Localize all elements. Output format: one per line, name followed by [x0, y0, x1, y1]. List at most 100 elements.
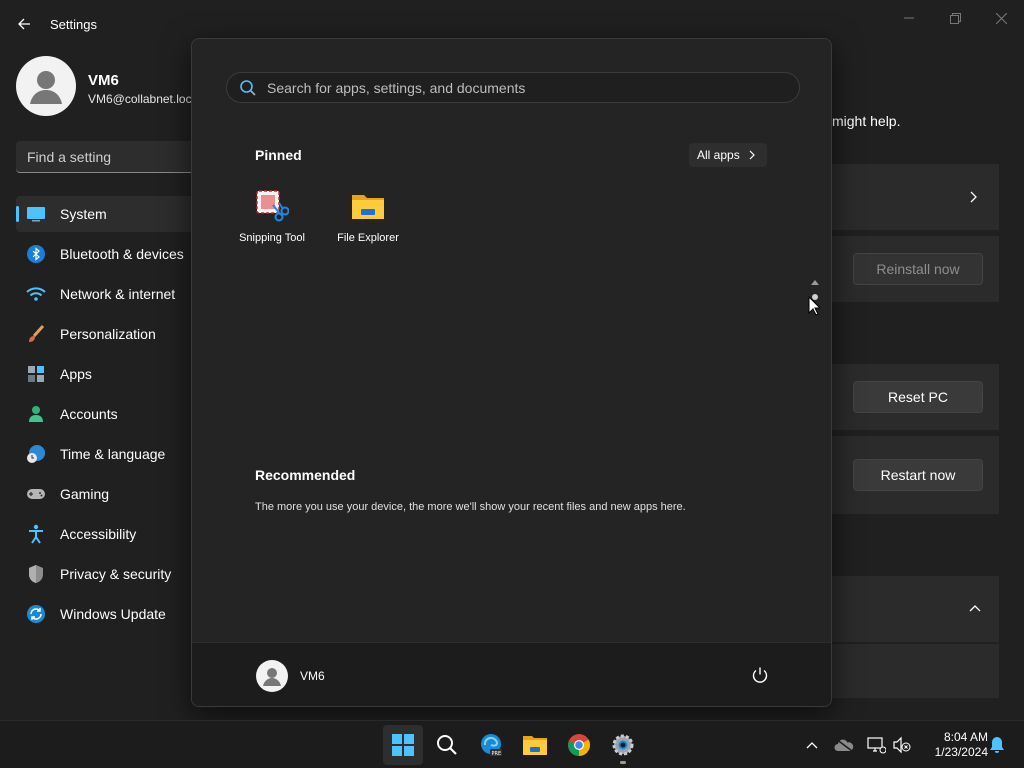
user-email: VM6@collabnet.loc	[88, 92, 192, 106]
start-icon	[392, 734, 414, 756]
power-button[interactable]	[748, 663, 772, 687]
nav-item-label: Bluetooth & devices	[60, 246, 184, 262]
pinned-title: Pinned	[255, 147, 302, 163]
chrome-icon	[568, 734, 590, 756]
clock-time: 8:04 AM	[943, 730, 988, 744]
start-menu: Search for apps, settings, and documents…	[191, 38, 832, 707]
update-icon	[26, 604, 46, 624]
apps-icon	[26, 364, 46, 384]
tray-volume-button[interactable]	[892, 735, 912, 755]
pinned-app-label: File Explorer	[337, 232, 399, 244]
back-button[interactable]	[12, 12, 36, 36]
tray-overflow-button[interactable]	[802, 735, 822, 755]
settings-icon	[612, 734, 634, 756]
chevron-right-icon	[970, 191, 977, 203]
pinned-app-snipping-tool[interactable]: Snipping Tool	[224, 189, 320, 249]
reset-pc-button[interactable]: Reset PC	[853, 381, 983, 413]
back-arrow-icon	[18, 18, 30, 30]
settings-card-sub[interactable]	[832, 644, 999, 698]
footer-user-name[interactable]: VM6	[300, 669, 325, 683]
minimize-button[interactable]	[886, 6, 932, 30]
recommended-empty-text: The more you use your device, the more w…	[255, 501, 686, 513]
taskbar-chrome-button[interactable]	[559, 725, 599, 765]
close-button[interactable]	[978, 6, 1024, 30]
taskbar-search-button[interactable]	[427, 725, 467, 765]
start-search-input[interactable]: Search for apps, settings, and documents	[226, 72, 800, 103]
svg-text:PRE: PRE	[492, 751, 502, 757]
taskbar-start-button[interactable]	[383, 725, 423, 765]
running-indicator	[620, 761, 626, 764]
file-explorer-icon	[351, 189, 385, 223]
nav-item-label: Apps	[60, 366, 92, 382]
nav-item-windows-update[interactable]: Windows Update	[16, 596, 196, 632]
nav-item-network[interactable]: Network & internet	[16, 276, 196, 312]
accessibility-icon	[26, 524, 46, 544]
file-explorer-icon	[523, 736, 547, 755]
help-text-fragment: might help.	[832, 113, 901, 129]
nav-item-label: Personalization	[60, 326, 156, 342]
settings-card-restart: Restart now	[832, 436, 999, 514]
chevron-right-icon	[749, 150, 755, 160]
settings-card-related[interactable]	[832, 576, 999, 642]
settings-card-reinstall: Reinstall now	[832, 236, 999, 302]
nav-item-accessibility[interactable]: Accessibility	[16, 516, 196, 552]
footer-user-avatar[interactable]	[256, 660, 288, 692]
avatar	[16, 56, 76, 116]
nav-item-privacy[interactable]: Privacy & security	[16, 556, 196, 592]
brush-icon	[26, 324, 46, 344]
gamepad-icon	[26, 484, 46, 504]
nav-item-apps[interactable]: Apps	[16, 356, 196, 392]
user-avatar-icon	[263, 668, 281, 686]
maximize-button[interactable]	[932, 6, 978, 30]
nav-item-bluetooth[interactable]: Bluetooth & devices	[16, 236, 196, 272]
nav-item-label: Accessibility	[60, 526, 137, 542]
settings-card-reset: Reset PC	[832, 364, 999, 430]
taskbar-edge-button[interactable]: PRE	[471, 725, 511, 765]
taskbar-file-explorer-button[interactable]	[515, 725, 555, 765]
tray-network-button[interactable]	[866, 735, 886, 755]
settings-card-troubleshoot[interactable]	[832, 164, 999, 230]
nav-item-label: System	[60, 206, 107, 222]
nav-item-gaming[interactable]: Gaming	[16, 476, 196, 512]
nav-item-accounts[interactable]: Accounts	[16, 396, 196, 432]
clock-date: 1/23/2024	[934, 745, 988, 759]
nav-item-personalization[interactable]: Personalization	[16, 316, 196, 352]
taskbar-settings-button[interactable]	[603, 725, 643, 765]
all-apps-label: All apps	[697, 148, 740, 162]
user-avatar-icon	[30, 71, 62, 104]
restore-icon	[949, 12, 961, 24]
notifications-button[interactable]	[987, 735, 1007, 755]
shield-icon	[26, 564, 46, 584]
nav-item-time-language[interactable]: Time & language	[16, 436, 196, 472]
close-icon	[995, 12, 1007, 24]
person-icon	[26, 404, 46, 424]
taskbar-clock[interactable]: 8:04 AM 1/23/2024	[918, 730, 988, 760]
nav-item-label: Accounts	[60, 406, 118, 422]
nav-item-label: Time & language	[60, 446, 166, 462]
minimize-icon	[904, 17, 914, 19]
snipping-tool-icon	[255, 189, 289, 223]
bluetooth-icon	[26, 244, 46, 264]
tray-onedrive-button[interactable]	[834, 735, 854, 755]
user-name: VM6	[88, 72, 119, 89]
power-icon	[752, 667, 768, 683]
nav-item-label: Network & internet	[60, 286, 176, 302]
restart-now-button[interactable]: Restart now	[853, 459, 983, 491]
recommended-title: Recommended	[255, 467, 356, 483]
search-icon	[437, 735, 457, 755]
nav-item-system[interactable]: System	[16, 196, 196, 232]
find-setting-input[interactable]: Find a setting	[16, 141, 216, 173]
all-apps-button[interactable]: All apps	[689, 143, 767, 167]
chevron-up-icon	[806, 742, 818, 749]
globe-clock-icon	[26, 444, 46, 464]
taskbar: PRE 8:04 AM 1/23/2024	[0, 720, 1024, 768]
start-search-placeholder: Search for apps, settings, and documents	[267, 79, 526, 96]
cloud-offline-icon	[834, 738, 854, 752]
system-icon	[26, 204, 46, 224]
mouse-cursor-icon	[808, 295, 822, 321]
nav-item-label: Privacy & security	[60, 566, 172, 582]
pinned-app-file-explorer[interactable]: File Explorer	[320, 189, 416, 249]
reinstall-button[interactable]: Reinstall now	[853, 253, 983, 285]
network-icon	[867, 737, 886, 754]
edge-dev-icon: PRE	[481, 734, 502, 757]
